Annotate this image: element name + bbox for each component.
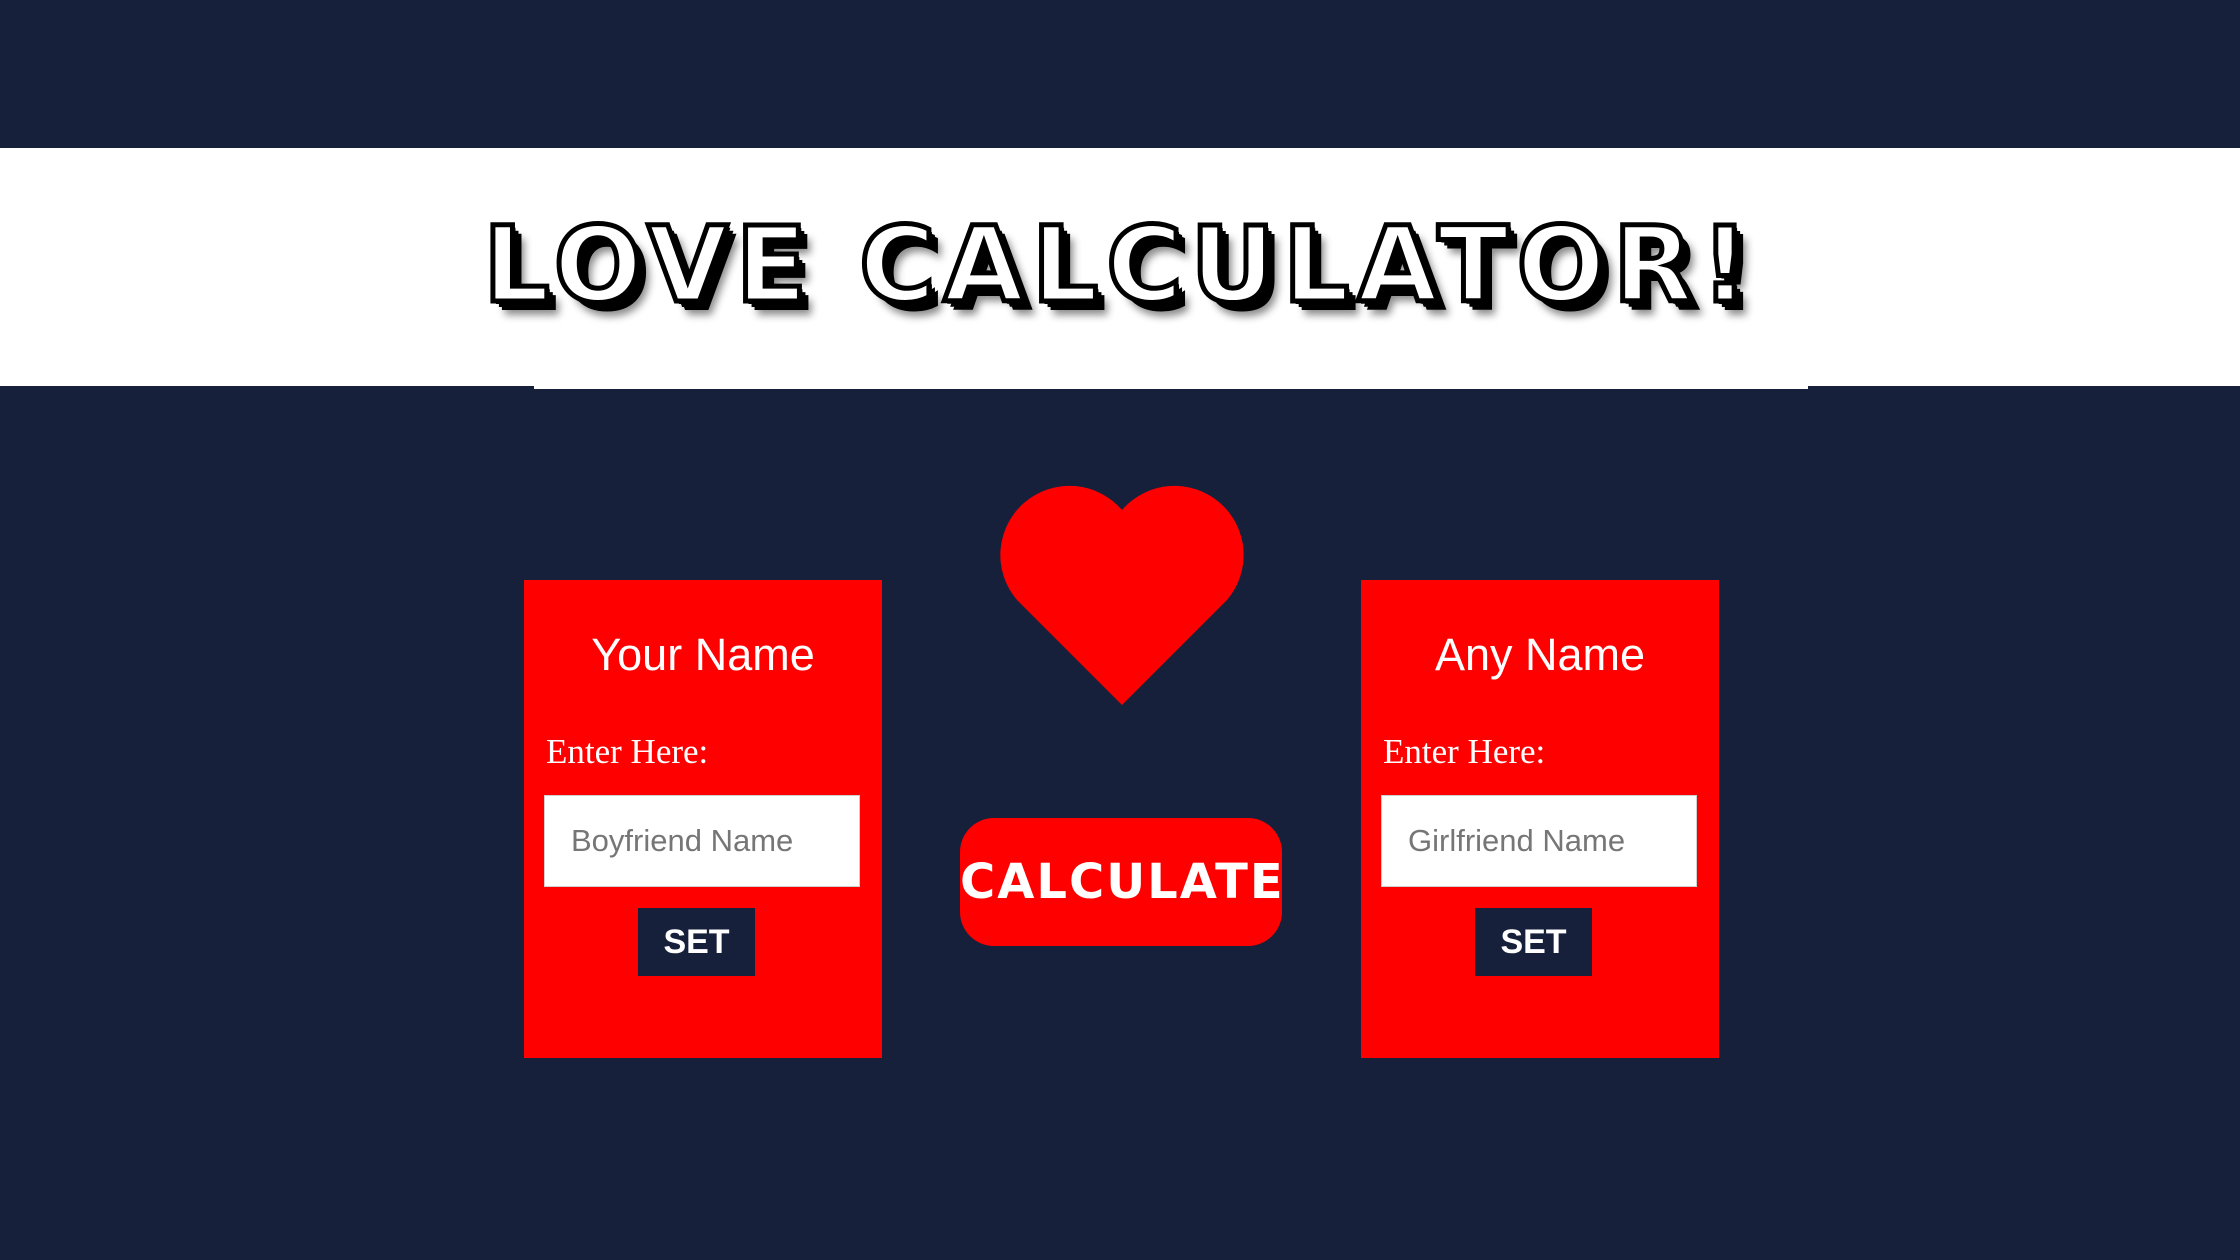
your-name-label: Enter Here: (546, 732, 709, 771)
any-name-card: Any Name Enter Here: SET (1361, 580, 1719, 1058)
your-name-heading: Your Name (591, 629, 815, 680)
boyfriend-name-input[interactable] (544, 795, 860, 887)
heart-icon (1000, 485, 1244, 705)
set-your-name-button[interactable]: SET (638, 908, 755, 976)
page-title: LOVE CALCULATOR! (481, 202, 1757, 329)
any-name-label: Enter Here: (1383, 732, 1546, 771)
banner-divider (534, 386, 1808, 389)
calculate-button[interactable]: CALCULATE (960, 818, 1283, 946)
your-name-card: Your Name Enter Here: SET (524, 580, 882, 1058)
girlfriend-name-input[interactable] (1381, 795, 1697, 887)
set-any-name-button[interactable]: SET (1475, 908, 1592, 976)
any-name-heading: Any Name (1434, 629, 1646, 680)
